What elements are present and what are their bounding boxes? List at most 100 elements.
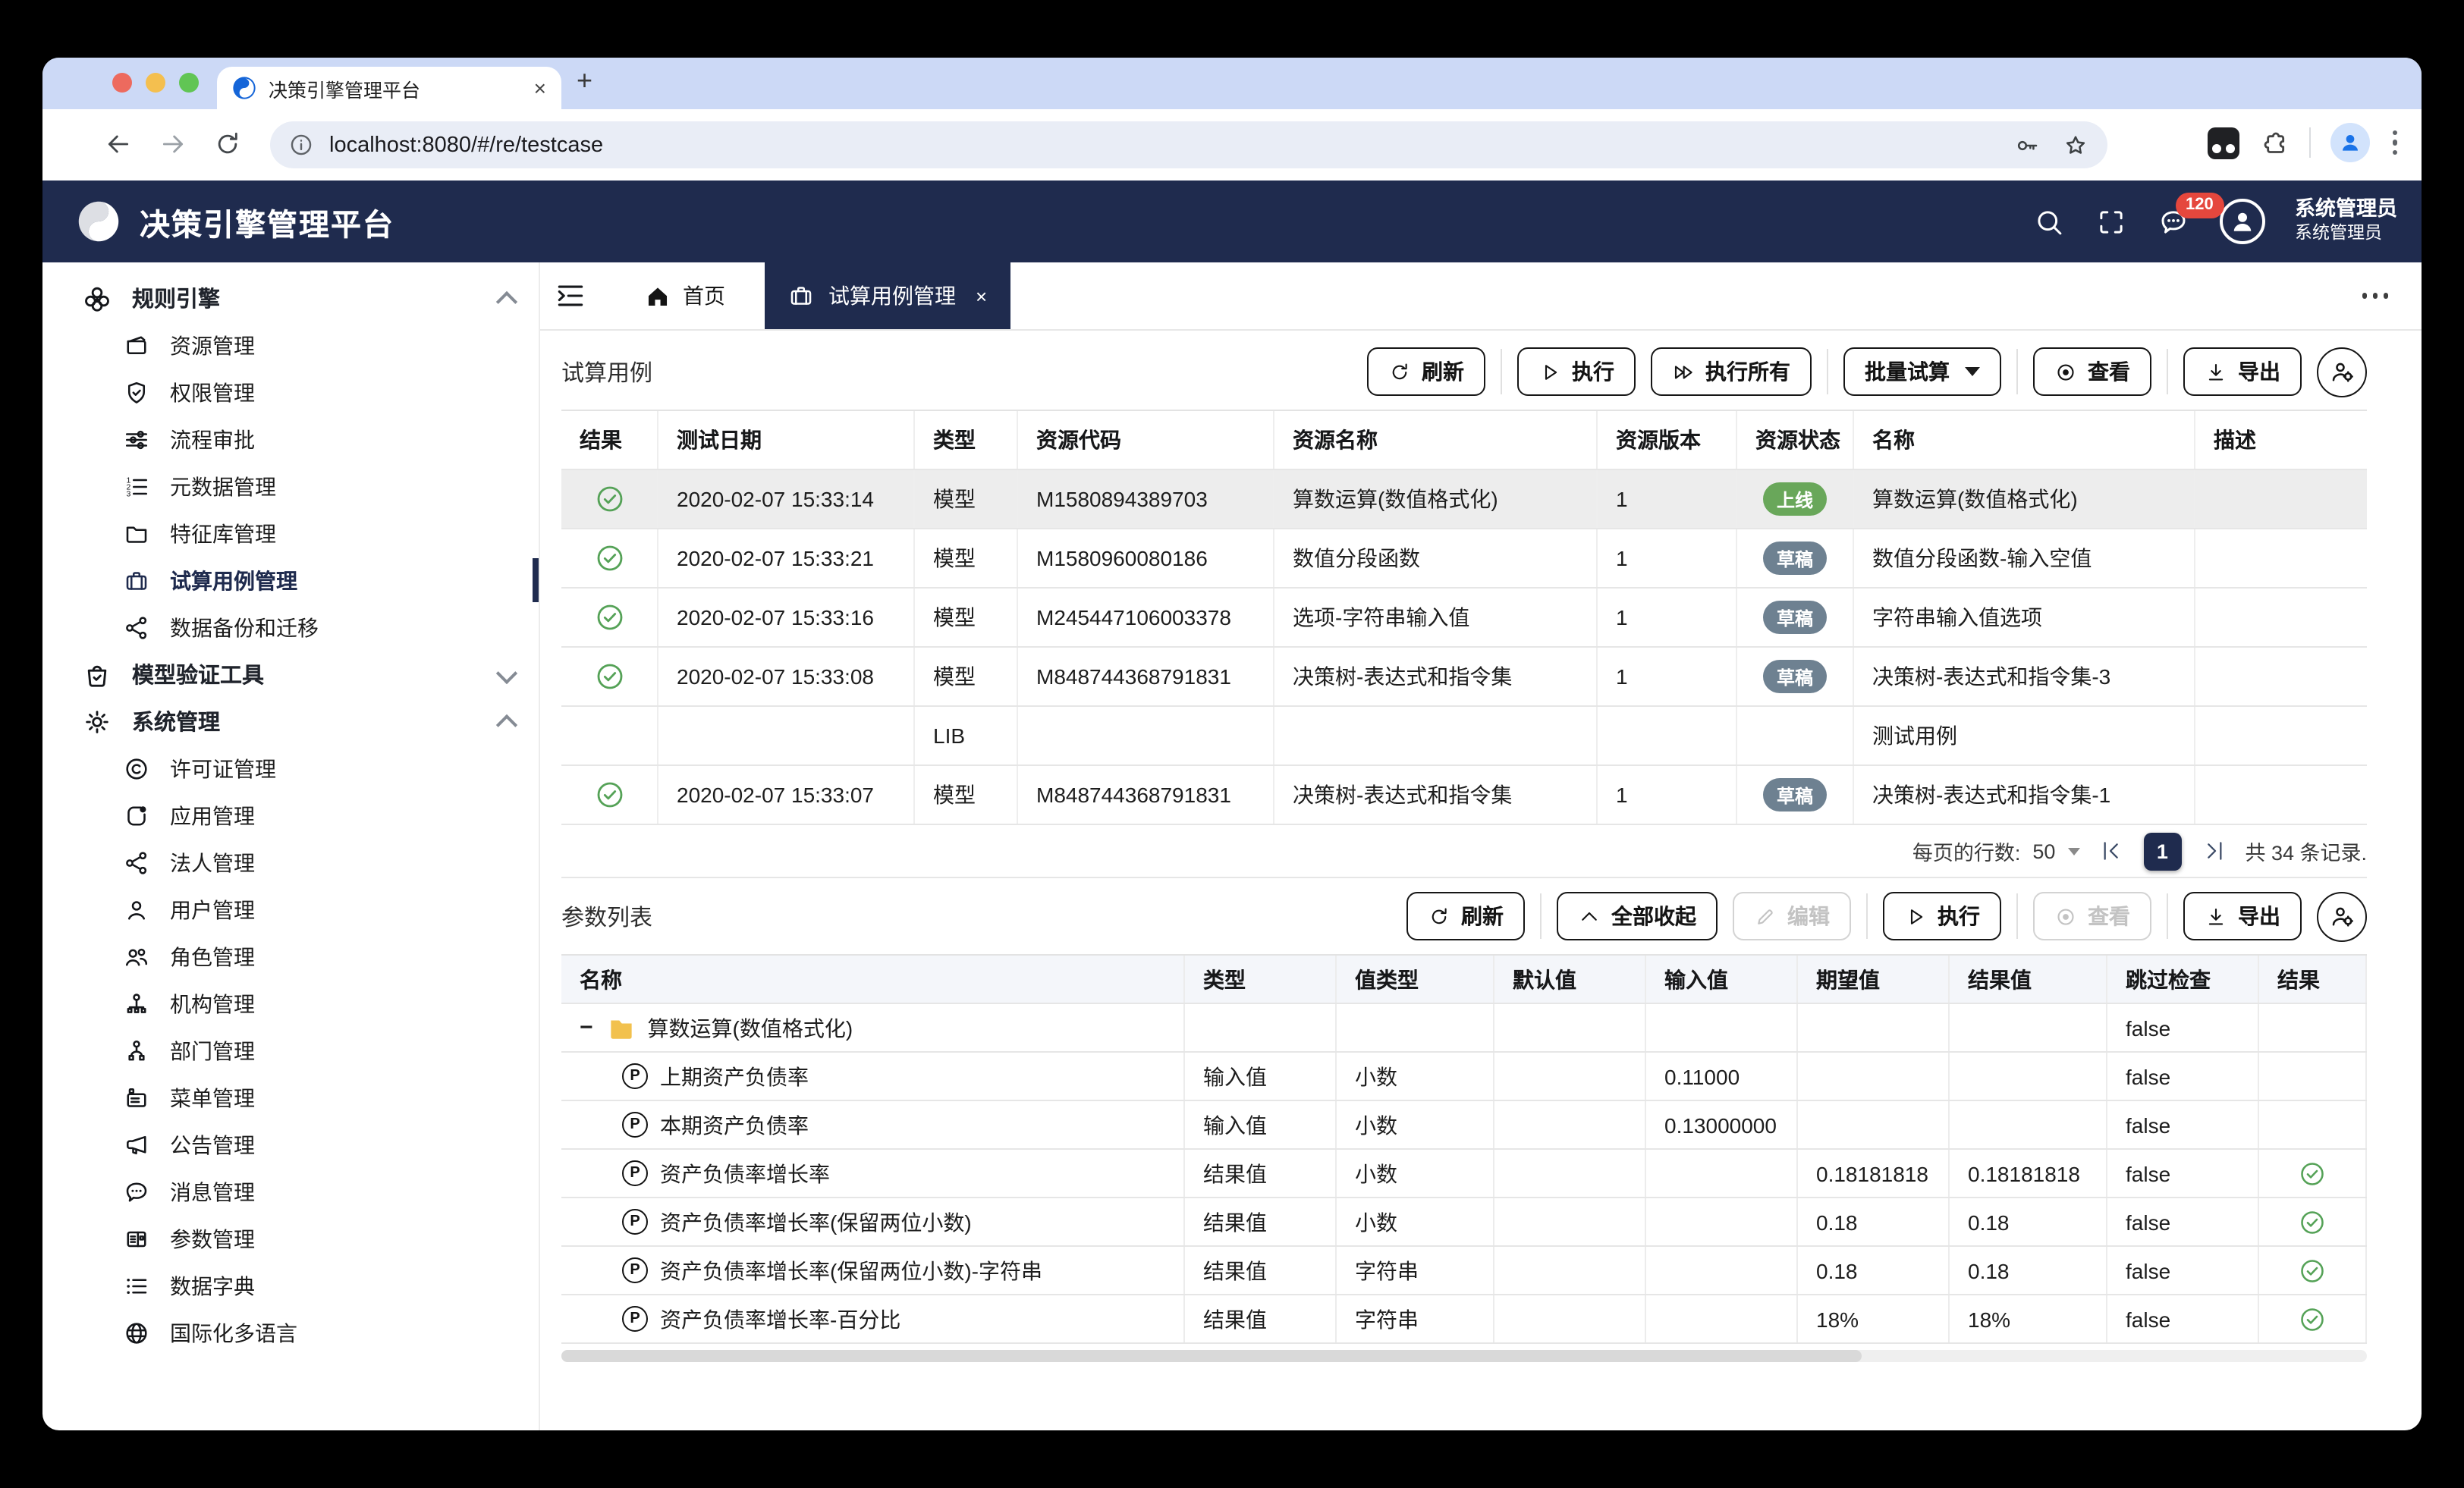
browser-tab[interactable]: 决策引擎管理平台 × <box>217 67 561 109</box>
tab-home[interactable]: 首页 <box>645 281 725 311</box>
sidebar-item-message[interactable]: 消息管理 <box>42 1168 539 1215</box>
site-info-icon[interactable] <box>288 132 314 158</box>
table-row[interactable]: LIB 测试用例 <box>561 707 2367 766</box>
params-view-button[interactable]: 查看 <box>2033 892 2151 940</box>
close-window-button[interactable] <box>112 73 132 93</box>
user-avatar[interactable] <box>2219 199 2264 244</box>
col-header[interactable]: 默认值 <box>1494 956 1646 1003</box>
param-row[interactable]: P资产负债率增长率(保留两位小数) 结果值 小数 0.18 0.18 false <box>561 1198 2367 1247</box>
address-bar[interactable]: localhost:8080/#/re/testcase <box>270 121 2107 168</box>
col-header[interactable]: 名称 <box>561 956 1185 1003</box>
param-row[interactable]: P资产负债率增长率 结果值 小数 0.18181818 0.18181818 f… <box>561 1150 2367 1198</box>
sidebar-item-feature-library[interactable]: 特征库管理 <box>42 510 539 557</box>
edit-button[interactable]: 编辑 <box>1733 892 1851 940</box>
col-header[interactable]: 资源名称 <box>1274 411 1598 469</box>
extensions-puzzle-icon[interactable] <box>2258 127 2289 158</box>
refresh-button[interactable]: 刷新 <box>1367 347 1485 396</box>
scrollbar-thumb[interactable] <box>561 1350 1862 1362</box>
reload-icon[interactable] <box>212 129 243 159</box>
fullscreen-icon[interactable] <box>2095 206 2126 237</box>
collapse-group-icon[interactable]: − <box>580 1015 593 1041</box>
password-key-icon[interactable] <box>2013 131 2041 159</box>
first-page-icon[interactable] <box>2099 839 2123 863</box>
col-header[interactable]: 类型 <box>1185 956 1337 1003</box>
param-row[interactable]: P本期资产负债率 输入值 小数 0.13000000 false <box>561 1101 2367 1150</box>
col-header[interactable]: 类型 <box>915 411 1018 469</box>
sidebar-item-department[interactable]: 部门管理 <box>42 1027 539 1074</box>
col-header[interactable]: 资源代码 <box>1018 411 1274 469</box>
col-header[interactable]: 期望值 <box>1798 956 1950 1003</box>
browser-menu-icon[interactable] <box>2389 127 2400 159</box>
sidebar-group-system[interactable]: 系统管理 <box>42 698 539 745</box>
table-row[interactable]: 2020-02-07 15:33:07 模型 M848744368791831 … <box>561 766 2367 825</box>
sidebar-item-permission[interactable]: 权限管理 <box>42 369 539 416</box>
col-header[interactable]: 名称 <box>1854 411 2195 469</box>
params-run-button[interactable]: 执行 <box>1883 892 2001 940</box>
dark-extension-icon[interactable] <box>2207 127 2239 159</box>
col-header[interactable]: 描述 <box>2195 411 2367 469</box>
table-row[interactable]: 2020-02-07 15:33:21 模型 M1580960080186 数值… <box>561 529 2367 589</box>
sidebar-item-metadata[interactable]: 123 元数据管理 <box>42 463 539 510</box>
batch-test-dropdown[interactable]: 批量试算 <box>1843 347 2001 396</box>
col-header[interactable]: 结果 <box>2259 956 2367 1003</box>
params-column-settings-button[interactable] <box>2317 891 2367 941</box>
current-page[interactable]: 1 <box>2143 832 2181 870</box>
params-refresh-button[interactable]: 刷新 <box>1406 892 1525 940</box>
col-header[interactable]: 资源版本 <box>1598 411 1737 469</box>
sidebar-item-notice[interactable]: 公告管理 <box>42 1121 539 1168</box>
tab-close-icon[interactable]: × <box>534 77 546 99</box>
run-button[interactable]: 执行 <box>1517 347 1636 396</box>
bookmark-star-icon[interactable] <box>2062 131 2089 159</box>
col-header[interactable]: 输入值 <box>1646 956 1798 1003</box>
minimize-window-button[interactable] <box>146 73 165 93</box>
caret-down-icon[interactable] <box>2067 847 2079 855</box>
sidebar-item-workflow-approval[interactable]: 流程审批 <box>42 416 539 463</box>
table-row[interactable]: 2020-02-07 15:33:16 模型 M245447106003378 … <box>561 589 2367 648</box>
tab-testcase-active[interactable]: 试算用例管理 × <box>765 262 1010 329</box>
col-header[interactable]: 值类型 <box>1337 956 1494 1003</box>
horizontal-scrollbar[interactable] <box>561 1350 2367 1362</box>
param-group-row[interactable]: − 算数运算(数值格式化) false <box>561 1004 2367 1053</box>
browser-profile-avatar[interactable] <box>2330 123 2369 162</box>
url-text[interactable]: localhost:8080/#/re/testcase <box>329 133 2013 157</box>
table-row[interactable]: 2020-02-07 15:33:14 模型 M1580894389703 算数… <box>561 470 2367 529</box>
sidebar-group-model-verify[interactable]: 模型验证工具 <box>42 651 539 698</box>
param-row[interactable]: P资产负债率增长率(保留两位小数)-字符串 结果值 字符串 0.18 0.18 … <box>561 1247 2367 1295</box>
more-options-icon[interactable] <box>2362 294 2388 299</box>
sidebar-item-legal-entity[interactable]: 法人管理 <box>42 839 539 886</box>
column-settings-button[interactable] <box>2317 347 2367 397</box>
forward-icon[interactable] <box>158 129 188 159</box>
sidebar-item-organization[interactable]: 机构管理 <box>42 980 539 1027</box>
sidebar-item-resource[interactable]: 资源管理 <box>42 322 539 369</box>
col-header[interactable]: 测试日期 <box>658 411 915 469</box>
col-header[interactable]: 结果 <box>561 411 658 469</box>
sidebar-group-rule-engine[interactable]: 规则引擎 <box>42 275 539 322</box>
col-header[interactable]: 结果值 <box>1950 956 2107 1003</box>
last-page-icon[interactable] <box>2201 839 2225 863</box>
search-icon[interactable] <box>2032 206 2064 237</box>
zoom-window-button[interactable] <box>179 73 199 93</box>
run-all-button[interactable]: 执行所有 <box>1651 347 1812 396</box>
new-tab-button[interactable]: + <box>577 65 592 97</box>
sidebar-item-testcase[interactable]: 试算用例管理 <box>42 557 539 604</box>
sidebar-item-role[interactable]: 角色管理 <box>42 933 539 980</box>
param-row[interactable]: P上期资产负债率 输入值 小数 0.11000 false <box>561 1053 2367 1101</box>
rows-per-page-select[interactable]: 50 <box>2032 840 2055 862</box>
sidebar-item-user[interactable]: 用户管理 <box>42 886 539 933</box>
user-info[interactable]: 系统管理员 系统管理员 <box>2295 198 2397 246</box>
sidebar-item-parameter[interactable]: 参数管理 <box>42 1215 539 1262</box>
collapse-all-button[interactable]: 全部收起 <box>1557 892 1718 940</box>
sidebar-item-i18n[interactable]: 国际化多语言 <box>42 1309 539 1356</box>
tab-close-icon[interactable]: × <box>976 284 987 307</box>
param-row[interactable]: P资产负债率增长率-百分比 结果值 字符串 18% 18% false <box>561 1295 2367 1344</box>
collapse-sidebar-icon[interactable] <box>554 279 587 312</box>
col-header[interactable]: 跳过检查 <box>2107 956 2259 1003</box>
sidebar-item-application[interactable]: 应用管理 <box>42 792 539 839</box>
sidebar-item-backup-migration[interactable]: 数据备份和迁移 <box>42 604 539 651</box>
back-icon[interactable] <box>103 129 134 159</box>
col-header[interactable]: 资源状态 <box>1737 411 1854 469</box>
sidebar-item-license[interactable]: 许可证管理 <box>42 745 539 792</box>
sidebar-item-dictionary[interactable]: 数据字典 <box>42 1262 539 1309</box>
view-button[interactable]: 查看 <box>2033 347 2151 396</box>
export-button[interactable]: 导出 <box>2183 347 2302 396</box>
